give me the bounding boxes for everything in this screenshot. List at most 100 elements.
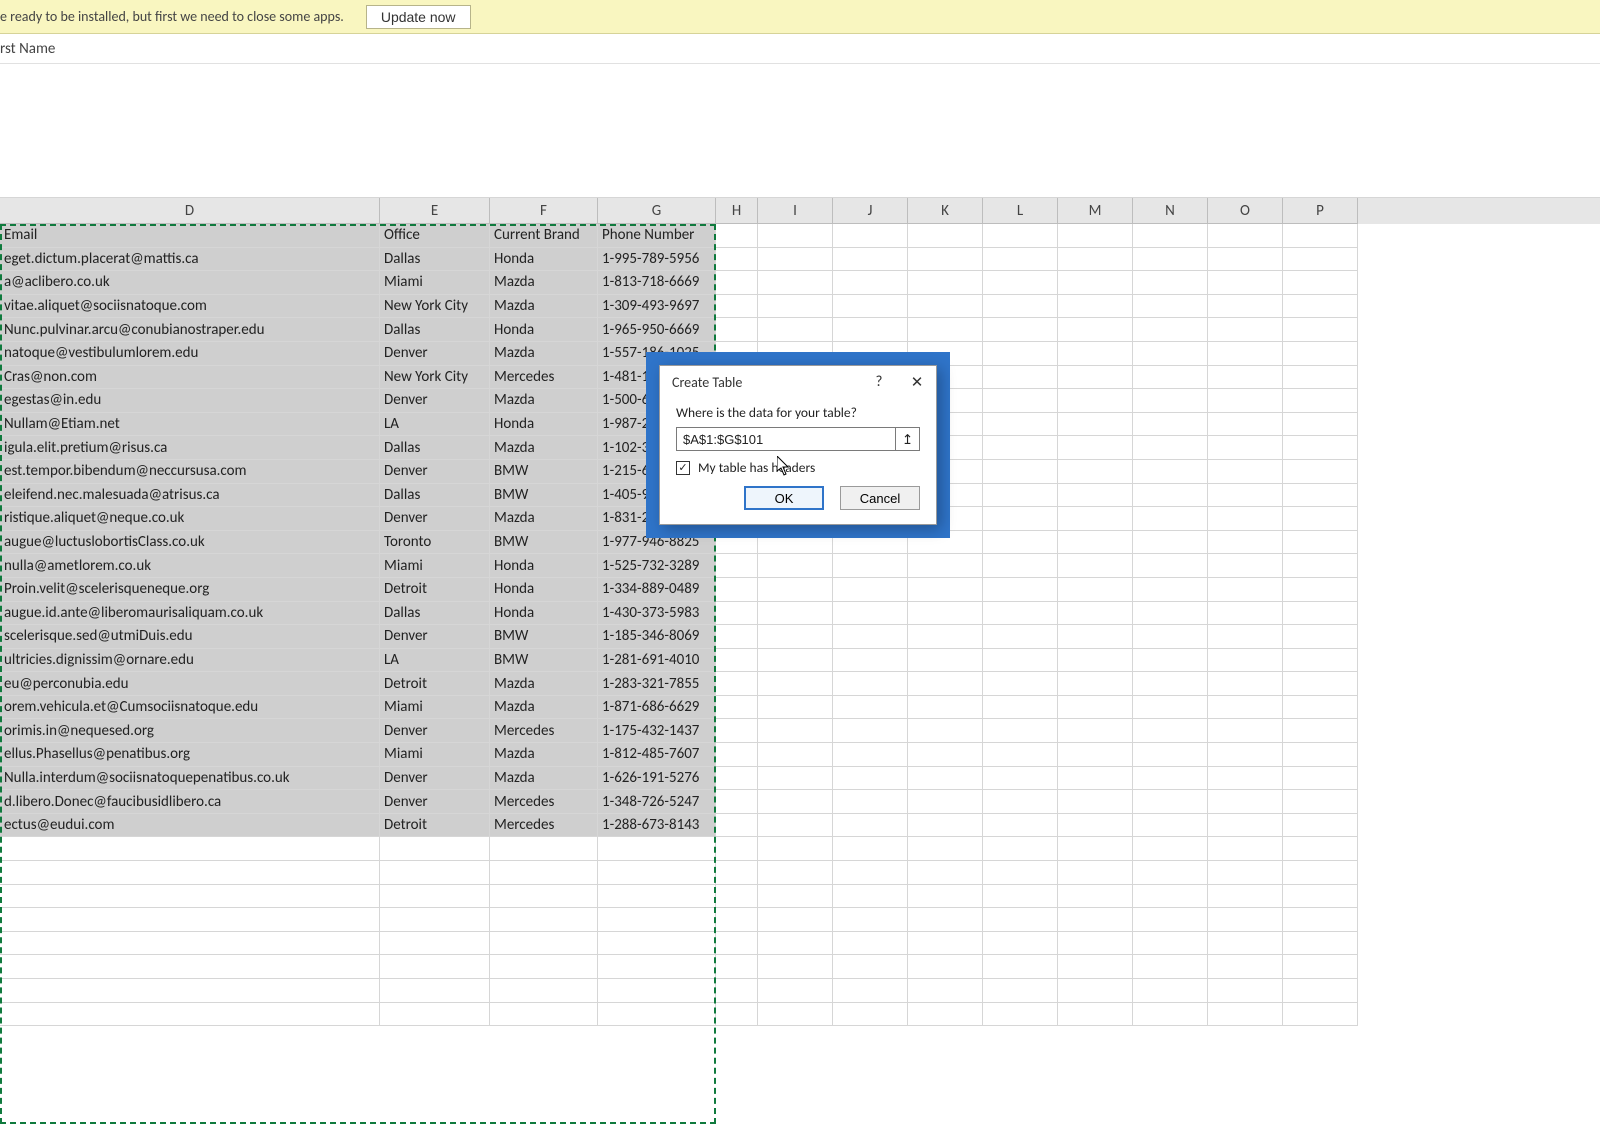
update-now-button[interactable]: Update now [366, 5, 471, 29]
table-cell[interactable]: egestas@in.edu [0, 389, 380, 413]
cell[interactable] [833, 672, 908, 696]
cell[interactable] [758, 649, 833, 673]
cell[interactable] [1058, 790, 1133, 814]
cell[interactable] [1208, 767, 1283, 791]
table-cell[interactable]: 1-871-686-6629 [598, 696, 716, 720]
table-cell[interactable]: Honda [490, 602, 598, 626]
cell[interactable] [1208, 366, 1283, 390]
close-icon[interactable]: ✕ [898, 366, 936, 398]
table-cell[interactable]: orem.vehicula.et@Cumsociisnatoque.edu [0, 696, 380, 720]
cell[interactable] [380, 885, 490, 909]
cell[interactable] [1133, 719, 1208, 743]
cell[interactable] [1133, 436, 1208, 460]
table-cell[interactable]: d.libero.Donec@faucibusidlibero.ca [0, 790, 380, 814]
cell[interactable] [1283, 389, 1358, 413]
cell[interactable] [1058, 814, 1133, 838]
cell[interactable] [1208, 932, 1283, 956]
cell[interactable] [716, 908, 758, 932]
cell[interactable] [1283, 814, 1358, 838]
cell[interactable] [1283, 248, 1358, 272]
cell[interactable] [0, 908, 380, 932]
cell[interactable] [1058, 955, 1133, 979]
cell[interactable] [1208, 672, 1283, 696]
dialog-titlebar[interactable]: Create Table ? ✕ [660, 366, 936, 398]
collapse-dialog-icon[interactable]: ↥ [896, 427, 920, 451]
table-cell[interactable]: ectus@eudui.com [0, 814, 380, 838]
cell[interactable] [1133, 885, 1208, 909]
cell[interactable] [1058, 554, 1133, 578]
cell[interactable] [1133, 295, 1208, 319]
cell[interactable] [983, 837, 1058, 861]
cell[interactable] [1133, 696, 1208, 720]
cell[interactable] [1283, 790, 1358, 814]
cell[interactable] [758, 248, 833, 272]
cell[interactable] [908, 861, 983, 885]
cell[interactable] [1133, 908, 1208, 932]
cell[interactable] [833, 625, 908, 649]
cell[interactable] [983, 672, 1058, 696]
cell[interactable] [716, 932, 758, 956]
cell[interactable] [1133, 602, 1208, 626]
table-cell[interactable]: Dallas [380, 248, 490, 272]
table-cell[interactable]: Miami [380, 743, 490, 767]
cell[interactable] [758, 979, 833, 1003]
cell[interactable] [380, 908, 490, 932]
cell[interactable] [1133, 837, 1208, 861]
cell[interactable] [1283, 672, 1358, 696]
table-cell[interactable]: ultricies.dignissim@ornare.edu [0, 649, 380, 673]
cell[interactable] [490, 837, 598, 861]
table-cell[interactable]: Mazda [490, 672, 598, 696]
cell[interactable] [758, 743, 833, 767]
cell[interactable] [1058, 578, 1133, 602]
cell[interactable] [908, 295, 983, 319]
table-cell[interactable]: 1-965-950-6669 [598, 318, 716, 342]
cell[interactable] [1283, 955, 1358, 979]
cell[interactable] [1058, 1003, 1133, 1027]
name-box[interactable]: rst Name [0, 40, 55, 58]
table-cell[interactable]: 1-334-889-0489 [598, 578, 716, 602]
cell[interactable] [1208, 295, 1283, 319]
cell[interactable] [1283, 861, 1358, 885]
cell[interactable] [1133, 413, 1208, 437]
cell[interactable] [983, 554, 1058, 578]
table-cell[interactable]: Mazda [490, 271, 598, 295]
cell[interactable] [908, 743, 983, 767]
table-cell[interactable]: BMW [490, 625, 598, 649]
table-cell[interactable]: Dallas [380, 484, 490, 508]
cell[interactable] [1208, 625, 1283, 649]
cell[interactable] [983, 507, 1058, 531]
cell[interactable] [1133, 366, 1208, 390]
cell[interactable] [833, 861, 908, 885]
cell[interactable] [1133, 531, 1208, 555]
cell[interactable] [716, 696, 758, 720]
cell[interactable] [716, 955, 758, 979]
table-cell[interactable]: est.tempor.bibendum@neccursusa.com [0, 460, 380, 484]
cell[interactable] [716, 743, 758, 767]
cell[interactable] [758, 271, 833, 295]
cell[interactable] [716, 719, 758, 743]
cell[interactable] [1208, 814, 1283, 838]
cell[interactable] [490, 955, 598, 979]
cell[interactable] [1133, 625, 1208, 649]
cell[interactable] [833, 649, 908, 673]
cell[interactable] [758, 602, 833, 626]
cell[interactable] [758, 814, 833, 838]
cell[interactable] [1058, 342, 1133, 366]
cell[interactable] [0, 1003, 380, 1027]
table-cell[interactable]: 1-348-726-5247 [598, 790, 716, 814]
cell[interactable] [1058, 696, 1133, 720]
cell[interactable] [1208, 554, 1283, 578]
column-header[interactable]: L [983, 198, 1058, 224]
column-header[interactable]: M [1058, 198, 1133, 224]
cell[interactable] [983, 224, 1058, 248]
cell[interactable] [1133, 1003, 1208, 1027]
table-cell[interactable]: Mazda [490, 743, 598, 767]
cell[interactable] [833, 814, 908, 838]
cell[interactable] [833, 224, 908, 248]
cell[interactable] [1133, 248, 1208, 272]
cell[interactable] [1208, 696, 1283, 720]
cell[interactable] [983, 389, 1058, 413]
cell[interactable] [1058, 767, 1133, 791]
cell[interactable] [1058, 743, 1133, 767]
cell[interactable] [758, 295, 833, 319]
